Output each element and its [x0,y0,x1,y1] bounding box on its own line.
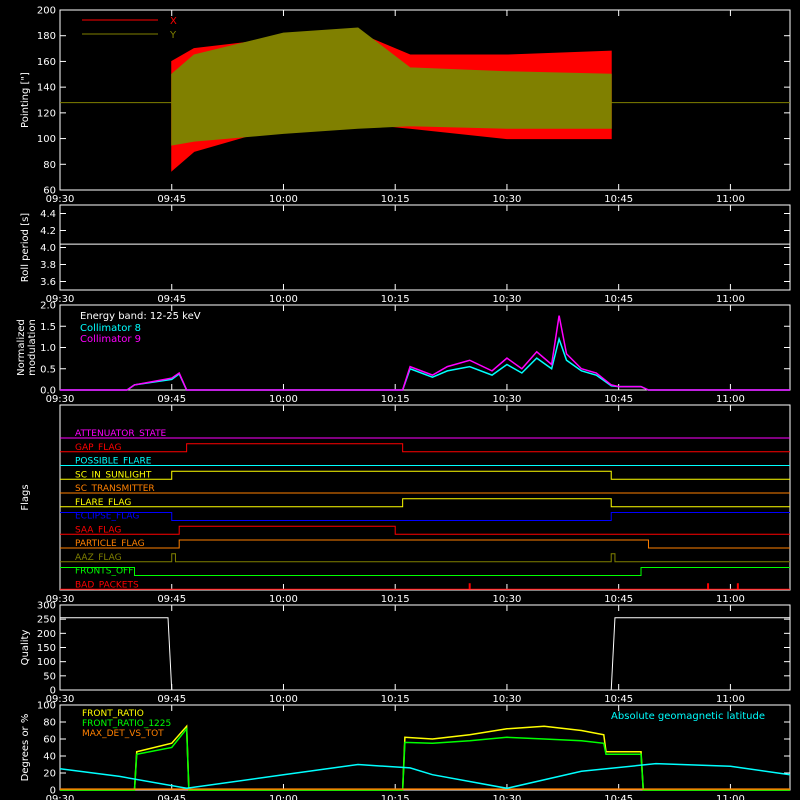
legend-collimator-8: Collimator 8 [80,323,141,334]
x-tick-label: 09:45 [157,594,186,605]
y-tick-label: 60 [43,186,56,197]
y-tick-label: 50 [43,671,56,682]
y-axis-label: Degrees or % [20,714,31,782]
y-axis-label: Pointing ["] [20,72,31,128]
y-tick-label: 300 [37,601,56,612]
x-tick-label: 09:45 [157,694,186,705]
y-tick-label: 4.4 [40,209,56,220]
y-tick-label: 200 [37,6,56,17]
energy-band-label: Energy band: 12-25 keV [80,311,201,322]
y-axis-label: Normalized [16,319,27,376]
x-tick-label: 11:00 [716,694,745,705]
x-tick-label: 09:45 [157,194,186,205]
y-axis-label: modulation [27,319,38,376]
y-tick-label: 0 [50,786,56,797]
x-tick-label: 11:00 [716,794,745,800]
x-tick-label: 10:45 [604,394,633,405]
y-tick-label: 250 [37,615,56,626]
flag-label-eclipse-flag: ECLIPSE_FLAG [75,512,139,522]
y-tick-label: 180 [37,31,56,42]
y-tick-label: 4.2 [40,226,56,237]
y-tick-label: 1.5 [40,322,56,333]
x-tick-label: 10:00 [269,594,298,605]
legend-front-ratio-1225: FRONT_RATIO_1225 [82,719,171,729]
y-tick-label: 100 [37,134,56,145]
x-tick-label: 10:30 [493,194,522,205]
x-tick-label: 10:30 [493,694,522,705]
y-tick-label: 80 [43,160,56,171]
y-tick-label: 100 [37,701,56,712]
flag-label-fronts-off: FRONTS_OFF [75,567,133,577]
flag-label-attenuator-state: ATTENUATOR_STATE [75,429,167,439]
y-tick-label: 20 [43,769,56,780]
x-tick-label: 10:15 [381,794,410,800]
y-axis-label: Roll period [s] [20,213,31,282]
y-tick-label: 160 [37,57,56,68]
x-tick-label: 10:30 [493,294,522,305]
legend-collimator-9: Collimator 9 [80,334,141,345]
y-tick-label: 0.5 [40,364,56,375]
x-tick-label: 10:15 [381,394,410,405]
x-tick-label: 10:00 [269,794,298,800]
x-tick-label: 10:45 [604,694,633,705]
y-tick-label: 3.6 [40,277,56,288]
legend-x: X [170,16,177,27]
x-tick-label: 10:30 [493,394,522,405]
y-tick-label: 140 [37,83,56,94]
legend-y: Y [169,30,177,41]
x-tick-label: 10:00 [269,194,298,205]
x-tick-label: 10:45 [604,794,633,800]
y-tick-label: 100 [37,657,56,668]
x-tick-label: 10:15 [381,294,410,305]
legend-front-ratio: FRONT_RATIO [82,709,144,719]
x-tick-label: 10:30 [493,594,522,605]
x-tick-label: 10:00 [269,294,298,305]
y-tick-label: 80 [43,718,56,729]
x-tick-label: 10:00 [269,694,298,705]
legend-max-det-vs-tot: MAX_DET_VS_TOT [82,729,164,739]
flag-label-sc-transmitter: SC_TRANSMITTER [75,484,155,494]
x-tick-label: 09:45 [157,394,186,405]
x-tick-label: 10:45 [604,194,633,205]
y-axis-label: Flags [20,484,31,510]
flag-label-saa-flag: SAA_FLAG [75,525,121,535]
y-tick-label: 200 [37,629,56,640]
flag-label-flare-flag: FLARE_FLAG [75,498,131,508]
x-tick-label: 11:00 [716,594,745,605]
y-axis-label: Quality [20,630,31,666]
flag-label-sc-in-sunlight: SC_IN_SUNLIGHT [75,470,152,480]
y-tick-label: 4.0 [40,243,56,254]
x-tick-label: 11:00 [716,194,745,205]
y-tick-label: 0.0 [40,386,56,397]
y-tick-label: 60 [43,735,56,746]
x-tick-label: 10:15 [381,194,410,205]
flag-label-possible-flare: POSSIBLE_FLARE [75,457,152,467]
y-tick-label: 150 [37,643,56,654]
x-tick-label: 09:45 [157,794,186,800]
x-tick-label: 10:30 [493,794,522,800]
x-tick-label: 11:00 [716,294,745,305]
x-tick-label: 10:15 [381,594,410,605]
x-tick-label: 10:45 [604,294,633,305]
x-tick-label: 09:45 [157,294,186,305]
flag-label-gap-flag: GAP_FLAG [75,443,121,453]
y-tick-label: 0 [50,686,56,697]
y-tick-label: 2.0 [40,301,56,312]
x-tick-label: 10:15 [381,694,410,705]
x-tick-label: 10:45 [604,594,633,605]
y-tick-label: 3.8 [40,260,56,271]
y-tick-label: 1.0 [40,343,56,354]
y-tick-label: 40 [43,752,56,763]
flag-label-bad-packets: BAD_PACKETS [75,580,139,590]
flag-label-aaz-flag: AAZ_FLAG [75,553,122,563]
x-tick-label: 10:00 [269,394,298,405]
flag-label-particle-flag: PARTICLE_FLAG [75,539,145,549]
x-tick-label: 11:00 [716,394,745,405]
rhessi-quicklook-stack: 09:30 09:45 10:00 10:15 10:30 10:45 11:0060801… [0,0,800,800]
latitude-label: Absolute geomagnetic latitude [611,711,765,722]
y-tick-label: 120 [37,108,56,119]
